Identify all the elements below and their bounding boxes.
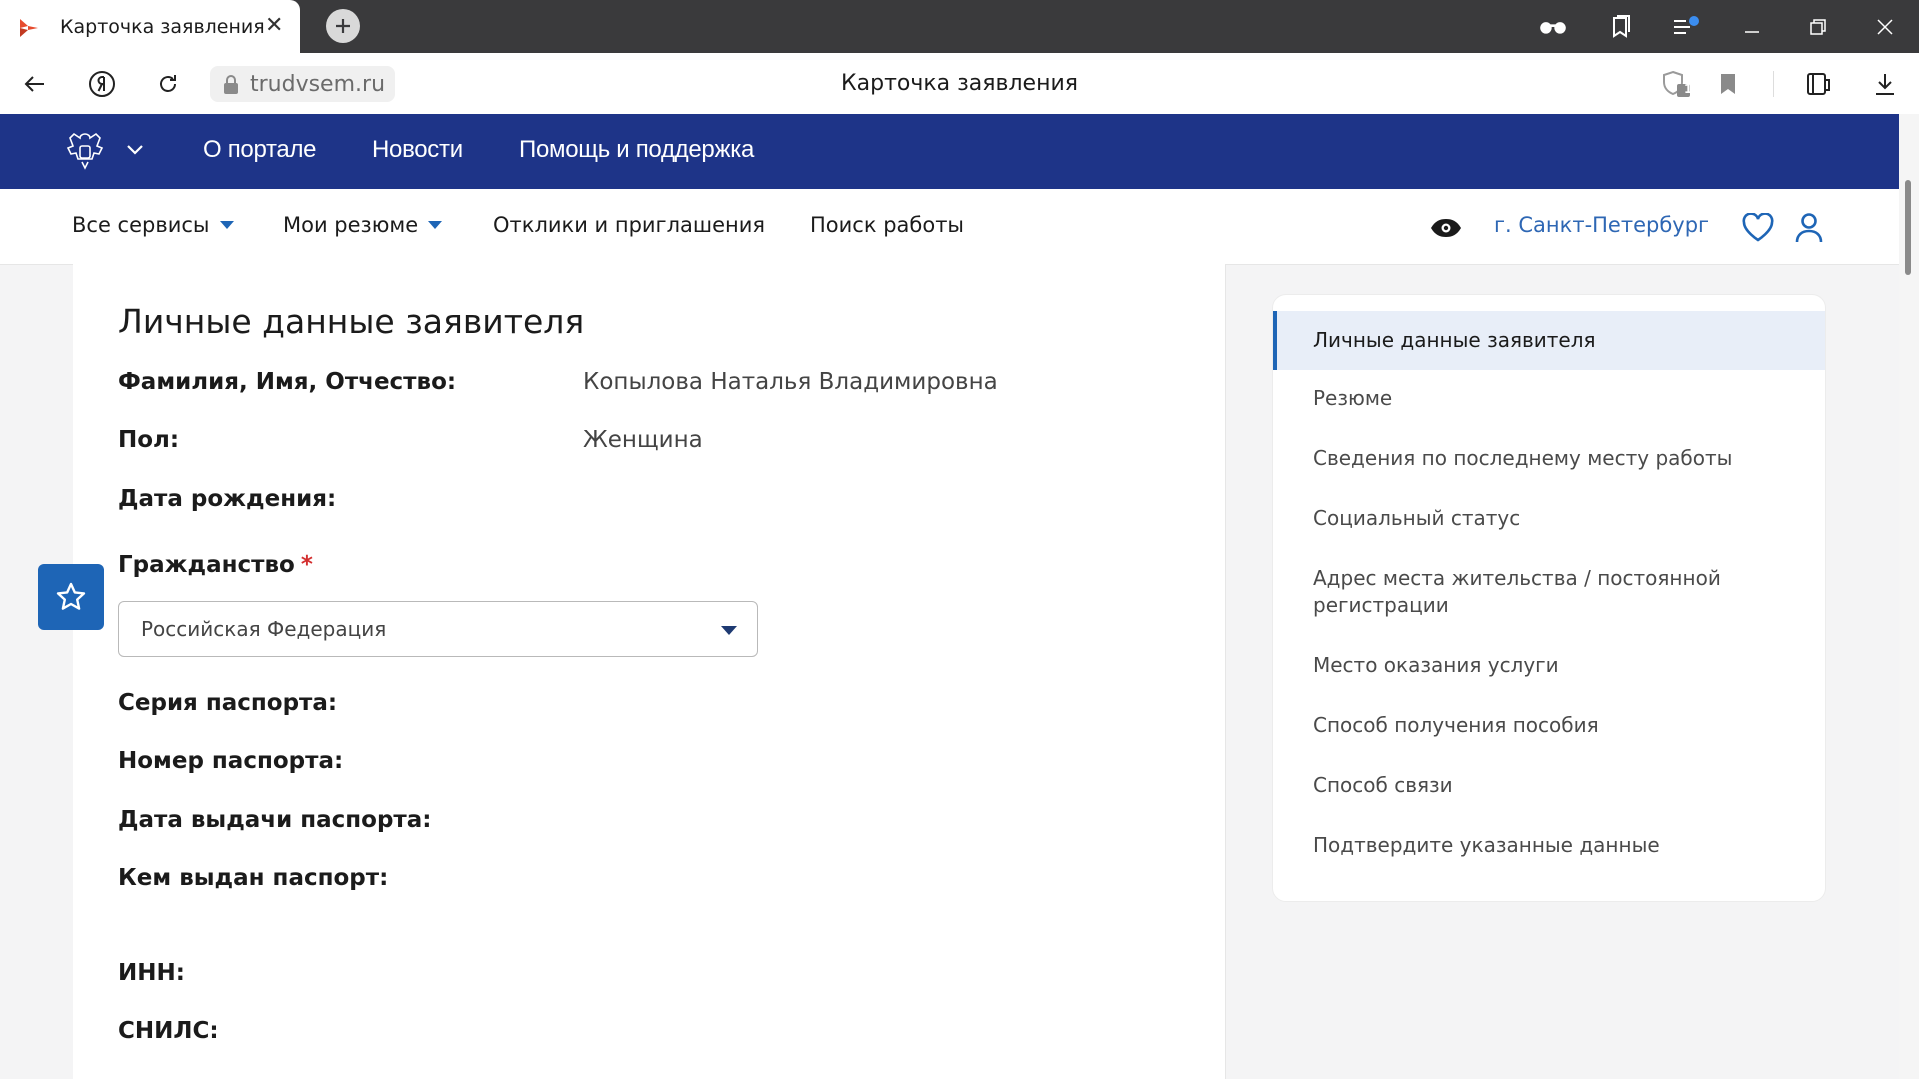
side-item-address[interactable]: Адрес места жительства / постоянной реги… [1273,565,1825,619]
side-item-service-place[interactable]: Место оказания услуги [1273,652,1825,679]
fio-value: Копылова Наталья Владимировна [583,369,998,395]
nav-my-resumes-label: Мои резюме [283,213,419,237]
side-item-social-status[interactable]: Социальный статус [1273,505,1825,532]
inn-label: ИНН: [118,960,185,986]
site-header: О портале Новости Помощь и поддержка [0,114,1899,189]
city-selector[interactable]: г. Санкт-Петербург [1494,213,1709,237]
restore-icon[interactable] [1803,12,1833,42]
site-navigation: Все сервисы Мои резюме Отклики и приглаш… [0,189,1899,265]
yandex-icon [89,71,115,97]
url-text: trudvsem.ru [250,71,386,97]
caret-down-icon [428,221,443,229]
nav-all-services-label: Все сервисы [72,213,210,237]
toolbar-divider [1773,71,1774,97]
required-mark: * [300,552,313,578]
topnav-help[interactable]: Помощь и поддержка [519,136,754,164]
reload-icon [160,75,176,92]
gender-value: Женщина [583,427,703,453]
side-item-resume[interactable]: Резюме [1273,385,1825,412]
add-to-favorites-button[interactable] [38,564,104,630]
reader-mode-icon[interactable] [1538,12,1568,42]
side-item-confirm-data[interactable]: Подтвердите указанные данные [1273,832,1825,859]
accessibility-button[interactable] [1427,209,1465,247]
citizenship-select[interactable]: Российская Федерация [118,601,758,657]
tab-list-icon[interactable] [1671,12,1701,42]
browser-tab-strip: Карточка заявления ✕ [0,0,1919,53]
address-bar: trudvsem.ru Карточка заявления 1 [0,53,1919,115]
favorites-button[interactable] [1739,209,1777,247]
bookmark-icon [1721,74,1735,94]
heart-icon [1742,213,1774,242]
chevron-down-icon[interactable] [126,144,144,156]
lock-icon [224,75,238,94]
collections-icon[interactable] [1605,12,1635,42]
side-item-personal-data[interactable]: Личные данные заявителя [1273,311,1825,370]
site-favicon-icon [20,19,38,37]
browser-tab[interactable]: Карточка заявления ✕ [0,0,300,53]
passport-issuer-label: Кем выдан паспорт: [118,865,389,891]
side-item-contact-method[interactable]: Способ связи [1273,772,1825,799]
reload-button[interactable] [151,67,185,101]
caret-down-icon [219,221,234,229]
url-field[interactable]: trudvsem.ru [210,66,396,102]
tab-title: Карточка заявления [60,16,265,38]
profile-button[interactable] [1790,209,1828,247]
topnav-news[interactable]: Новости [372,136,463,164]
back-button[interactable] [18,67,52,101]
fio-label: Фамилия, Имя, Отчество: [118,369,457,395]
scrollbar-thumb[interactable] [1905,180,1911,275]
citizenship-label-text: Гражданство [118,552,295,578]
side-item-last-job[interactable]: Сведения по последнему месту работы [1273,445,1825,472]
arrow-left-icon [24,76,44,92]
section-title: Личные данные заявителя [118,302,585,341]
citizenship-select-value: Российская Федерация [141,617,387,641]
passport-series-label: Серия паспорта: [118,690,338,716]
protect-extension-button[interactable]: 1 [1660,67,1694,101]
nav-job-search[interactable]: Поиск работы [810,213,964,237]
plus-icon [336,19,350,33]
nav-responses[interactable]: Отклики и приглашения [493,213,765,237]
star-icon [56,582,86,610]
passport-date-label: Дата выдачи паспорта: [118,807,432,833]
extensions-icon [1807,73,1830,95]
birth-date-label: Дата рождения: [118,486,337,512]
nav-my-resumes[interactable]: Мои резюме [283,213,443,237]
coat-of-arms-icon[interactable] [62,128,108,174]
caret-down-icon [721,626,737,635]
eye-icon [1431,219,1461,237]
section-navigation: Личные данные заявителя Резюме Сведения … [1272,294,1826,902]
close-window-icon[interactable] [1870,12,1900,42]
passport-number-label: Номер паспорта: [118,748,344,774]
extension-badge: 1 [1684,82,1693,96]
user-icon [1795,213,1823,243]
side-item-benefit-method[interactable]: Способ получения пособия [1273,712,1825,739]
download-icon [1876,74,1894,95]
application-card: Личные данные заявителя Фамилия, Имя, От… [73,264,1226,1079]
bookmark-button[interactable] [1711,67,1745,101]
new-tab-button[interactable] [326,9,360,43]
yandex-button[interactable] [85,67,119,101]
tab-close-icon[interactable]: ✕ [265,13,283,38]
gender-label: Пол: [118,427,180,453]
extensions-button[interactable] [1801,67,1835,101]
topnav-about[interactable]: О портале [203,136,317,164]
snils-label: СНИЛС: [118,1018,219,1044]
downloads-button[interactable] [1868,67,1902,101]
minimize-icon[interactable] [1737,12,1767,42]
citizenship-label: Гражданство * [118,552,313,578]
page-scrollbar[interactable] [1899,114,1919,1079]
nav-all-services[interactable]: Все сервисы [72,213,234,237]
